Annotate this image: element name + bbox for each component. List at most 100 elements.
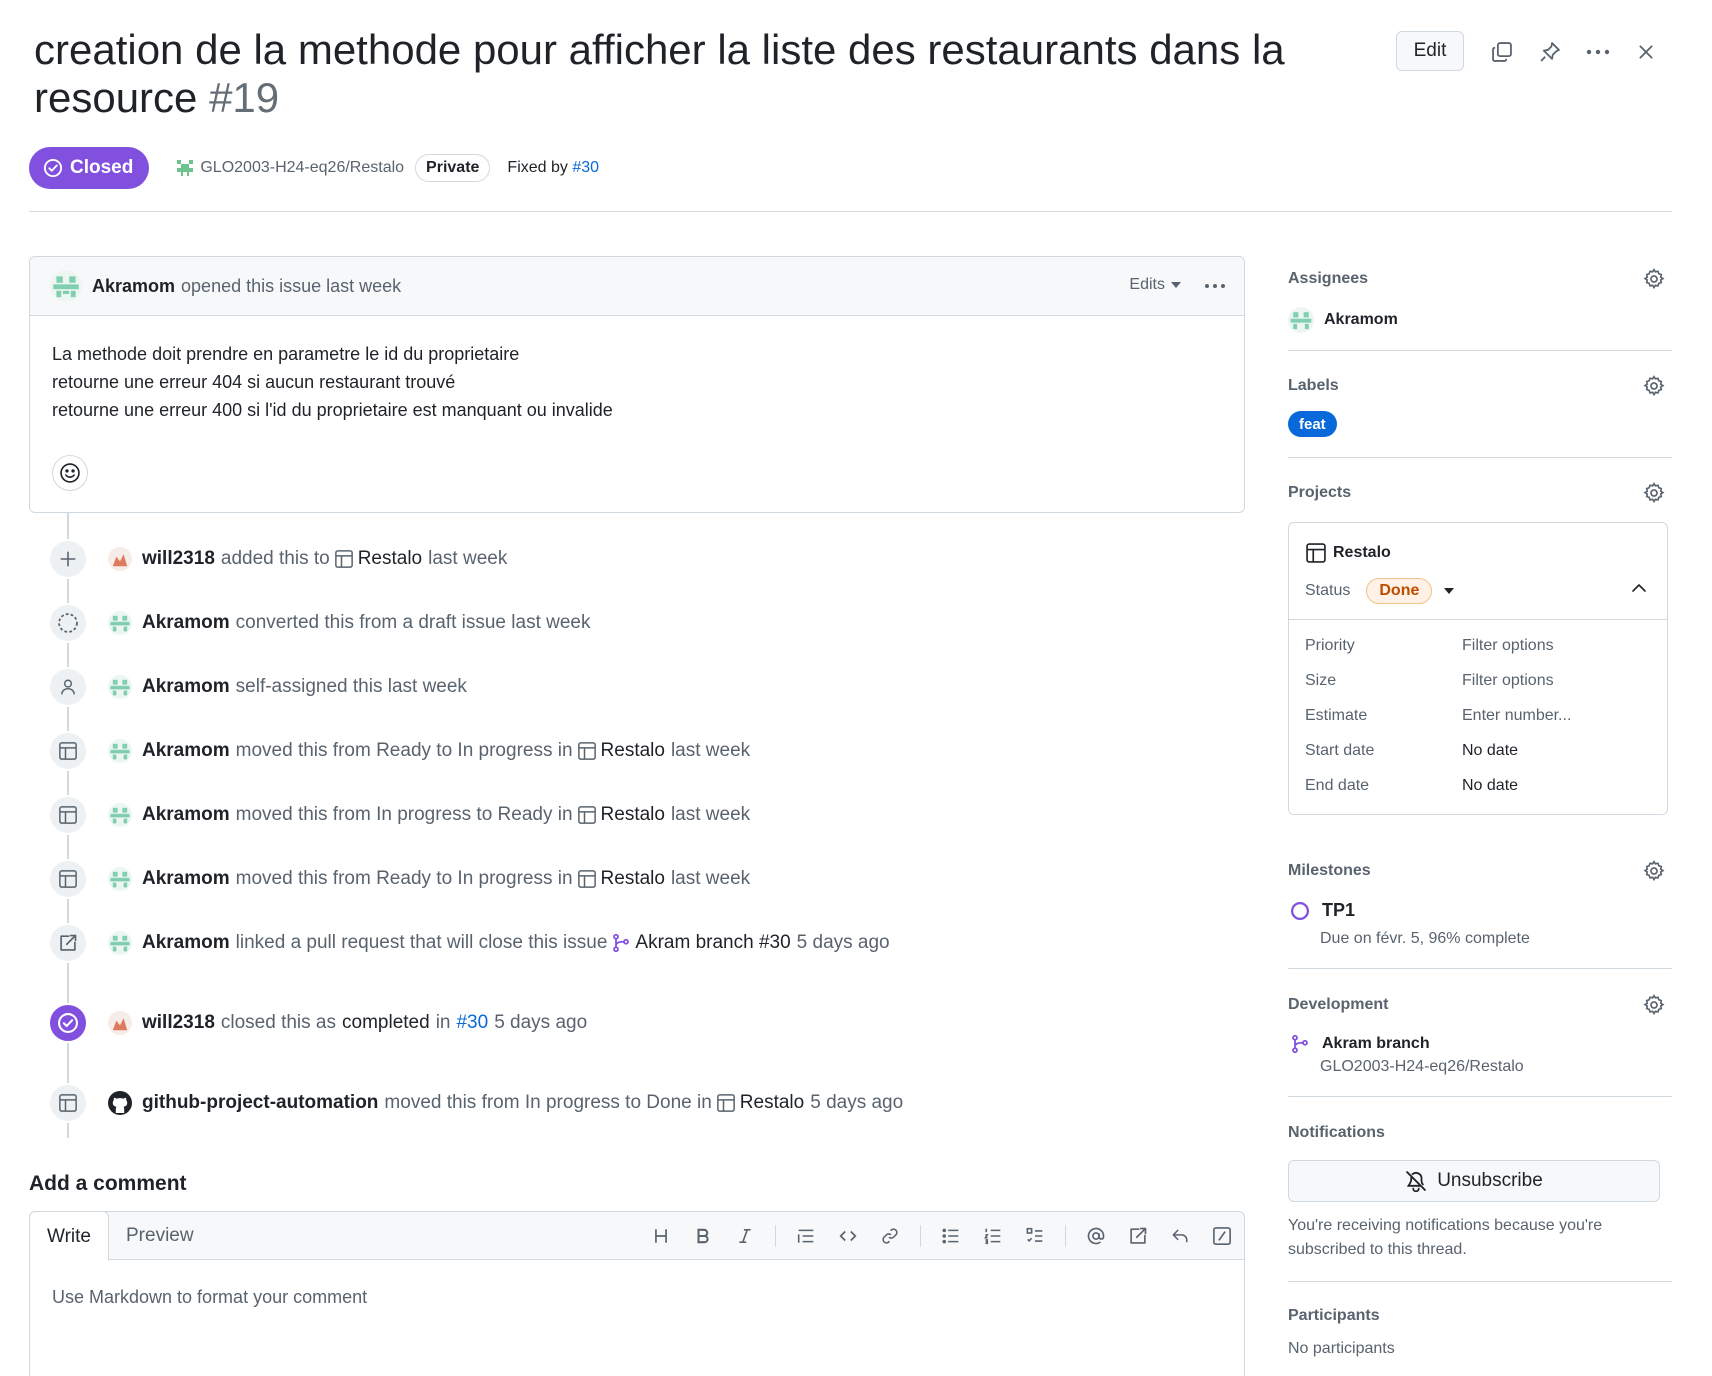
code-icon[interactable] (836, 1224, 860, 1248)
timeline-event: will2318 closed this as completed in #30… (48, 1003, 587, 1043)
field-key: End date (1305, 777, 1370, 794)
avatar[interactable] (50, 270, 82, 302)
project-link[interactable]: Restalo (577, 740, 665, 762)
event-actor[interactable]: will2318 (142, 1012, 215, 1034)
event-actor[interactable]: Akramom (142, 868, 230, 890)
field-key: Estimate (1305, 707, 1368, 724)
event-time: last week (670, 804, 751, 825)
comment-textarea[interactable]: Use Markdown to format your comment (52, 1287, 367, 1308)
unsubscribe-button[interactable]: Unsubscribe (1288, 1160, 1660, 1202)
github-icon[interactable] (108, 1091, 132, 1115)
project-link[interactable]: Restalo (334, 548, 422, 570)
copy-icon[interactable] (1488, 38, 1516, 66)
mention-icon[interactable] (1084, 1224, 1108, 1248)
edits-label: Edits (1129, 276, 1165, 293)
milestone-progress: Due on févr. 5, 96% complete (1320, 930, 1530, 947)
event-completed: completed (342, 1012, 430, 1033)
avatar[interactable] (108, 867, 132, 891)
ordered-list-icon[interactable] (981, 1224, 1005, 1248)
pr-link[interactable]: #30 (456, 1012, 488, 1034)
timeline-event: Akramom self-assigned this last week (48, 667, 467, 707)
timeline-event: Akramom converted this from a draft issu… (48, 603, 590, 643)
quote-icon[interactable] (794, 1224, 818, 1248)
edit-button[interactable]: Edit (1396, 31, 1464, 71)
event-time: 5 days ago (796, 932, 890, 953)
bold-icon[interactable] (691, 1224, 715, 1248)
development-heading: Development (1288, 996, 1389, 1013)
pin-icon[interactable] (1536, 38, 1564, 66)
slash-command-icon[interactable] (1210, 1224, 1234, 1248)
comment-kebab-icon[interactable] (1204, 275, 1226, 297)
repo-link[interactable]: GLO2003-H24-eq26/Restalo (175, 158, 404, 178)
event-text: self-assigned this last week (235, 676, 467, 697)
avatar[interactable] (108, 803, 132, 827)
event-actor[interactable]: will2318 (142, 548, 215, 570)
event-actor[interactable]: github-project-automation (142, 1092, 378, 1114)
edits-dropdown[interactable]: Edits (1129, 276, 1181, 294)
task-list-icon[interactable] (1023, 1224, 1047, 1248)
avatar[interactable] (108, 611, 132, 635)
status-badge[interactable]: Done (1366, 578, 1433, 604)
reference-icon[interactable] (1126, 1224, 1150, 1248)
gear-icon[interactable] (1643, 375, 1665, 397)
timeline-event: Akramom moved this from In progress to R… (48, 795, 750, 835)
table-icon (48, 859, 88, 899)
event-actor[interactable]: Akramom (142, 612, 230, 634)
event-text: added this to (220, 548, 330, 569)
kebab-icon[interactable] (1584, 38, 1612, 66)
branch-link[interactable]: Akram branch #30 (611, 932, 791, 954)
issue-meta: Closed GLO2003-H24-eq26/Restalo Private … (29, 147, 599, 189)
notifications-heading: Notifications (1288, 1124, 1385, 1141)
gear-icon[interactable] (1643, 994, 1665, 1016)
project-link[interactable]: Restalo (577, 804, 665, 826)
project-title[interactable]: Restalo (1305, 542, 1391, 564)
avatar[interactable] (108, 739, 132, 763)
link-icon[interactable] (878, 1224, 902, 1248)
unordered-list-icon[interactable] (939, 1224, 963, 1248)
section-divider (1288, 350, 1672, 351)
chevron-up-icon[interactable] (1631, 583, 1647, 593)
projects-heading: Projects (1288, 484, 1352, 501)
add-reaction-button[interactable] (52, 455, 88, 491)
event-time: 5 days ago (810, 1092, 904, 1113)
comment-author[interactable]: Akramom (92, 276, 175, 297)
event-actor[interactable]: Akramom (142, 804, 230, 826)
label-badge[interactable]: feat (1288, 411, 1337, 437)
table-icon (716, 1094, 735, 1112)
avatar[interactable] (108, 675, 132, 699)
gear-icon[interactable] (1643, 268, 1665, 290)
table-icon (577, 870, 596, 888)
event-actor[interactable]: Akramom (142, 676, 230, 698)
avatar[interactable] (108, 1011, 132, 1035)
avatar[interactable] (108, 931, 132, 955)
issue-number: #19 (209, 74, 280, 121)
check-circle-icon (43, 158, 63, 178)
event-actor[interactable]: Akramom (142, 740, 230, 762)
milestone-item[interactable]: TP1 (1290, 900, 1355, 921)
fixed-by-link[interactable]: #30 (572, 159, 599, 176)
project-card: Restalo Status Done Priority Filter optio… (1288, 522, 1668, 815)
comment-header: Akramom opened this issue last week Edit… (30, 257, 1244, 316)
field-key: Priority (1305, 637, 1355, 654)
tab-write[interactable]: Write (29, 1211, 109, 1261)
project-link[interactable]: Restalo (577, 868, 665, 890)
comment-line: retourne une erreur 400 si l'id du propr… (52, 400, 613, 420)
gear-icon[interactable] (1643, 860, 1665, 882)
heading-icon[interactable] (649, 1224, 673, 1248)
avatar[interactable] (108, 547, 132, 571)
event-text: moved this from In progress to Ready in (235, 804, 573, 825)
close-icon[interactable] (1632, 38, 1660, 66)
italic-icon[interactable] (733, 1224, 757, 1248)
dev-branch-item[interactable]: Akram branch (1290, 1034, 1430, 1054)
comment-line: La methode doit prendre en parametre le … (52, 344, 520, 364)
reply-icon[interactable] (1168, 1224, 1192, 1248)
smiley-icon (60, 463, 80, 483)
gear-icon[interactable] (1643, 482, 1665, 504)
unsubscribe-label: Unsubscribe (1437, 1170, 1543, 1191)
project-link[interactable]: Restalo (716, 1092, 804, 1114)
chevron-down-icon[interactable] (1444, 588, 1455, 594)
event-actor[interactable]: Akramom (142, 932, 230, 954)
check-circle-icon (48, 1003, 88, 1043)
assignee-item[interactable]: Akramom (1288, 307, 1398, 333)
tab-preview[interactable]: Preview (126, 1225, 194, 1247)
